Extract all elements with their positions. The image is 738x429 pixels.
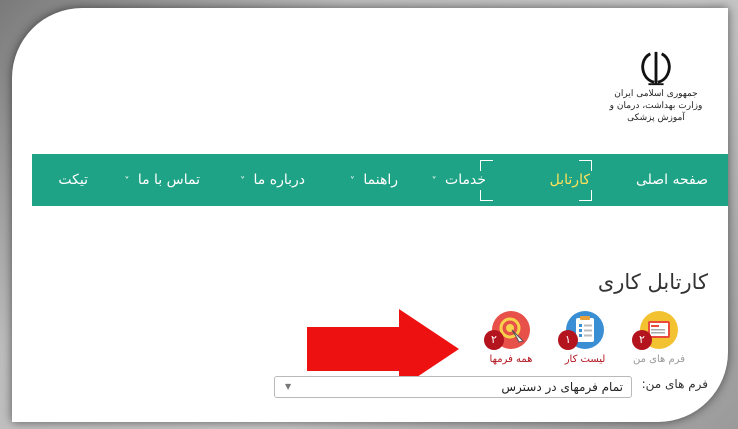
count-badge: ۲	[632, 330, 652, 350]
caret-down-icon: ▼	[285, 382, 292, 391]
emblem-icon	[641, 51, 671, 86]
page: جمهوری اسلامی ایران وزارت بهداشت، درمان …	[12, 8, 728, 422]
chevron-down-icon: ˅	[240, 176, 246, 187]
forms-filter-label: فرم های من:	[641, 377, 708, 391]
nav-item-label: خدمات	[445, 172, 486, 188]
page-title: کارتابل کاری	[597, 270, 708, 294]
nav-item-label: راهنما	[363, 172, 398, 188]
card-work-list[interactable]: لیست کار ۱	[556, 310, 614, 365]
chevron-down-icon: ˅	[124, 176, 130, 187]
nav-item-about[interactable]: درباره ما ˅	[240, 154, 305, 206]
card-all-forms[interactable]: همه فرمها ۲	[482, 310, 540, 365]
count-badge: ۲	[484, 330, 504, 350]
select-value: تمام فرمهای در دسترس	[501, 380, 623, 394]
card-label: فرم های من	[633, 354, 685, 365]
nav-item-contact[interactable]: تماس با ما ˅	[124, 154, 200, 206]
card-label: لیست کار	[564, 354, 606, 365]
forms-filter-select[interactable]: تمام فرمهای در دسترس ▼	[274, 376, 632, 398]
main-nav-bar: صفحه اصلی کارتابل خدمات ˅ راهنما ˅ دربار…	[32, 154, 728, 206]
nav-item-guide[interactable]: راهنما ˅	[350, 154, 398, 206]
nav-item-home[interactable]: صفحه اصلی	[636, 154, 708, 206]
nav-item-label: کارتابل	[549, 172, 590, 188]
nav-item-label: تماس با ما	[137, 172, 200, 188]
screenshot-frame: جمهوری اسلامی ایران وزارت بهداشت، درمان …	[0, 0, 738, 429]
card-label: همه فرمها	[489, 354, 533, 365]
ministry-logo: جمهوری اسلامی ایران وزارت بهداشت، درمان …	[596, 50, 716, 132]
count-badge: ۱	[558, 330, 578, 350]
nav-item-services[interactable]: خدمات ˅	[432, 154, 486, 206]
nav-item-label: صفحه اصلی	[635, 172, 708, 188]
nav-item-ticket[interactable]: تیکت	[58, 154, 88, 206]
logo-line-1: جمهوری اسلامی ایران	[614, 89, 698, 99]
nav-item-label: تیکت	[58, 172, 88, 188]
active-bracket-bottom-right	[579, 190, 592, 201]
active-bracket-top-right	[579, 160, 592, 171]
logo-line-2: وزارت بهداشت، درمان و آموزش پزشکی	[609, 101, 703, 123]
card-my-forms[interactable]: فرم های من ۲	[630, 310, 688, 365]
chevron-down-icon: ˅	[349, 176, 355, 187]
chevron-down-icon: ˅	[431, 176, 437, 187]
nav-item-label: درباره ما	[253, 172, 305, 188]
